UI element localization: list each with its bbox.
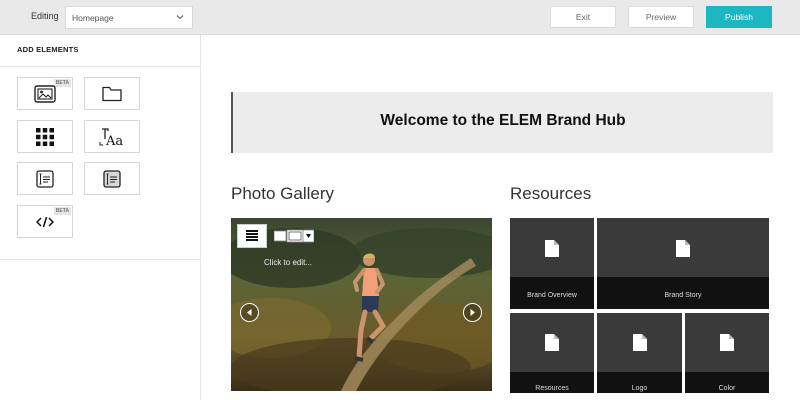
welcome-title: Welcome to the ELEM Brand Hub bbox=[380, 112, 626, 129]
resource-label: Color bbox=[718, 385, 736, 392]
divider bbox=[0, 259, 201, 260]
code-icon bbox=[36, 216, 54, 227]
image-gallery-icon bbox=[34, 84, 56, 103]
top-bar: Editing Homepage Exit Preview Publish bbox=[0, 0, 800, 35]
add-elements-panel: ADD ELEMENTS BETA Aa BETA bbox=[0, 35, 201, 400]
resource-tile-logo[interactable]: Logo bbox=[597, 313, 682, 393]
document-icon bbox=[545, 240, 559, 257]
layout-toggle-button[interactable] bbox=[237, 224, 267, 248]
publish-button[interactable]: Publish bbox=[706, 6, 772, 28]
gallery-next-button[interactable] bbox=[463, 303, 482, 322]
arrow-right-icon bbox=[470, 309, 475, 316]
text-block-icon bbox=[36, 169, 54, 188]
resource-label: Resources bbox=[535, 385, 569, 392]
menu-icon bbox=[246, 230, 258, 241]
document-icon bbox=[632, 334, 647, 351]
document-icon bbox=[545, 334, 559, 351]
chevron-down-icon bbox=[176, 15, 184, 20]
document-icon bbox=[720, 334, 734, 351]
preview-button[interactable]: Preview bbox=[628, 6, 694, 28]
element-tile-image-gallery[interactable]: BETA bbox=[17, 77, 73, 110]
element-tile-folder[interactable] bbox=[84, 77, 140, 110]
welcome-banner[interactable]: Welcome to the ELEM Brand Hub bbox=[231, 92, 773, 153]
resource-tile-brand-overview[interactable]: Brand Overview bbox=[510, 218, 594, 309]
grid-icon bbox=[36, 127, 54, 146]
beta-badge: BETA bbox=[53, 79, 71, 87]
exit-button[interactable]: Exit bbox=[550, 6, 616, 28]
resource-label: Brand Overview bbox=[527, 292, 577, 299]
add-elements-heading: ADD ELEMENTS bbox=[17, 45, 79, 54]
resources-title: Resources bbox=[510, 184, 592, 203]
element-tile-code[interactable]: BETA bbox=[17, 205, 73, 238]
page-select[interactable]: Homepage bbox=[65, 6, 193, 29]
resource-tile-resources[interactable]: Resources bbox=[510, 313, 594, 393]
folder-icon bbox=[102, 86, 122, 101]
resource-label: Logo bbox=[631, 385, 648, 392]
element-tile-typography[interactable]: Aa bbox=[84, 120, 140, 153]
typography-icon: Aa bbox=[99, 127, 123, 147]
page-select-value: Homepage bbox=[72, 13, 114, 23]
gallery-prev-button[interactable] bbox=[240, 303, 259, 322]
frame-style-dropdown[interactable] bbox=[274, 229, 314, 243]
photo-gallery-title: Photo Gallery bbox=[231, 184, 334, 203]
photo-gallery[interactable]: Click to edit... bbox=[231, 218, 492, 391]
arrow-left-icon bbox=[247, 309, 252, 316]
element-tile-grid[interactable] bbox=[17, 120, 73, 153]
document-icon bbox=[676, 240, 690, 257]
editing-label: Editing bbox=[31, 11, 59, 21]
gallery-photo bbox=[231, 218, 492, 391]
divider bbox=[0, 66, 201, 67]
svg-text:Aa: Aa bbox=[105, 134, 123, 147]
click-to-edit-hint[interactable]: Click to edit... bbox=[264, 258, 312, 267]
resource-label: Brand Story bbox=[664, 292, 702, 299]
element-tile-text-block[interactable] bbox=[17, 162, 73, 195]
element-tile-text-block-alt[interactable] bbox=[84, 162, 140, 195]
resource-tile-color[interactable]: Color bbox=[685, 313, 769, 393]
resource-tile-brand-story[interactable]: Brand Story bbox=[597, 218, 769, 309]
beta-badge: BETA bbox=[53, 207, 71, 215]
text-block-alt-icon bbox=[103, 169, 121, 188]
